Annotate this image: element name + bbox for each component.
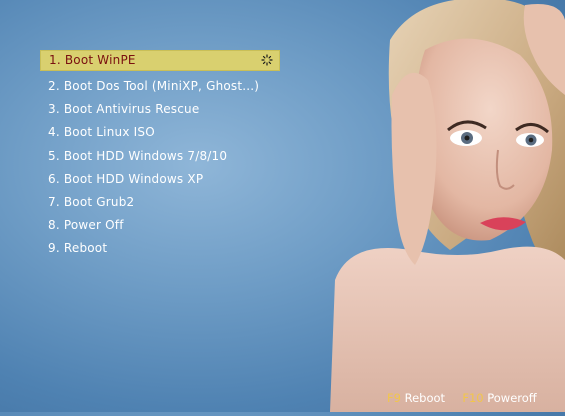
- spinner-icon: [261, 54, 273, 66]
- poweroff-hotkey-label: Poweroff: [487, 391, 537, 405]
- hotkey-footer: F9 Reboot F10 Poweroff: [387, 390, 565, 406]
- menu-item-boot-dos-tool[interactable]: 2. Boot Dos Tool (MiniXP, Ghost...): [40, 75, 280, 98]
- poweroff-hotkey[interactable]: F10: [462, 391, 483, 405]
- menu-item-label: 7. Boot Grub2: [48, 194, 135, 209]
- background-portrait: [330, 0, 565, 412]
- menu-item-power-off[interactable]: 8. Power Off: [40, 214, 280, 237]
- boot-menu: 1. Boot WinPE 2. Boot Dos Tool (MiniXP, …: [40, 50, 280, 261]
- menu-item-label: 2. Boot Dos Tool (MiniXP, Ghost...): [48, 79, 260, 93]
- menu-item-boot-hdd-win7-8-10[interactable]: 5. Boot HDD Windows 7/8/10: [40, 145, 280, 168]
- menu-item-label: 9. Reboot: [48, 241, 108, 256]
- menu-item-label: 5. Boot HDD Windows 7/8/10: [48, 148, 228, 163]
- reboot-hotkey-label: Reboot: [404, 391, 446, 405]
- menu-item-label: 1. Boot WinPE: [49, 53, 136, 67]
- menu-item-label: 4. Boot Linux ISO: [48, 125, 155, 140]
- menu-item-label: 3. Boot Antivirus Rescue: [48, 102, 200, 117]
- menu-item-boot-hdd-winxp[interactable]: 6. Boot HDD Windows XP: [40, 168, 280, 191]
- menu-item-boot-grub2[interactable]: 7. Boot Grub2: [40, 191, 280, 214]
- menu-item-boot-linux-iso[interactable]: 4. Boot Linux ISO: [40, 121, 280, 144]
- menu-item-boot-winpe[interactable]: 1. Boot WinPE: [40, 50, 280, 71]
- reboot-hotkey[interactable]: F9: [387, 391, 401, 405]
- menu-item-reboot[interactable]: 9. Reboot: [40, 237, 280, 260]
- menu-item-label: 8. Power Off: [48, 218, 124, 233]
- menu-item-label: 6. Boot HDD Windows XP: [48, 171, 204, 186]
- menu-item-boot-antivirus-rescue[interactable]: 3. Boot Antivirus Rescue: [40, 98, 280, 121]
